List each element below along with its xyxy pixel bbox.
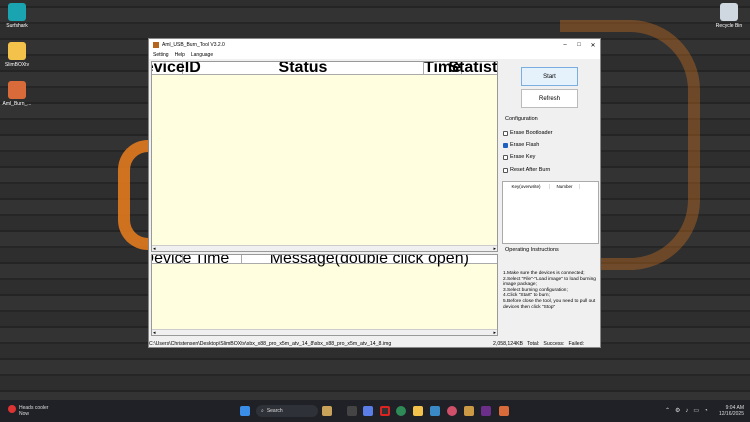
- key-table[interactable]: Key(overwrite) Number: [502, 181, 599, 244]
- start-menu-icon[interactable]: [240, 406, 250, 416]
- search-box[interactable]: ⌕ Search: [256, 405, 318, 417]
- file-explorer-icon[interactable]: [413, 406, 423, 416]
- weather-icon: [8, 405, 16, 413]
- surfshark-icon: [8, 3, 26, 21]
- minimize-button[interactable]: –: [558, 42, 572, 49]
- recycle-bin-icon: [720, 3, 738, 21]
- col-number[interactable]: Number: [550, 183, 580, 189]
- folder-icon: [8, 42, 26, 60]
- app-icon[interactable]: [430, 406, 440, 416]
- horizontal-scrollbar[interactable]: ◂ ▸: [152, 245, 497, 251]
- weather-widget[interactable]: Heads cooler Now: [8, 405, 48, 417]
- app-icon[interactable]: [481, 406, 491, 416]
- widgets-icon[interactable]: [322, 406, 332, 416]
- title-bar: Aml_USB_Burn_Tool V3.2.0 – □ ✕: [149, 39, 600, 51]
- col-time[interactable]: Time: [183, 255, 242, 267]
- device-table[interactable]: DeviceID Status Time Statistic ◂▸: [151, 61, 498, 252]
- menu-help[interactable]: Help: [175, 52, 185, 58]
- desktop-icon-burn-tool[interactable]: Aml_Burn_...: [0, 81, 34, 107]
- copilot-icon[interactable]: [363, 406, 373, 416]
- image-path: C:\Users\Christensen\Desktop\SlimBOXtv\s…: [149, 340, 392, 347]
- menu-language[interactable]: Language: [191, 52, 213, 58]
- desktop-icon-surfshark[interactable]: Surfshark: [0, 3, 34, 29]
- search-icon: ⌕: [261, 408, 264, 414]
- app-icon[interactable]: [447, 406, 457, 416]
- col-message[interactable]: Message(double click open): [242, 255, 497, 267]
- checkbox-icon: [503, 130, 508, 136]
- app-icon[interactable]: [380, 406, 390, 416]
- success-count: Success:: [543, 340, 565, 347]
- failed-count: Failed:: [568, 340, 585, 347]
- reset-after-burn-checkbox[interactable]: Reset After Burn: [503, 167, 550, 173]
- snipping-tool-icon[interactable]: [464, 406, 474, 416]
- configuration-label: Configuration: [505, 116, 538, 122]
- burn-tool-taskbar-icon[interactable]: [499, 406, 509, 416]
- menu-bar: Setting Help Language: [149, 51, 600, 59]
- status-bar: C:\Users\Christensen\Desktop\SlimBOXtv\s…: [149, 339, 600, 348]
- col-deviceid[interactable]: DeviceID: [152, 62, 201, 76]
- col-key[interactable]: Key(overwrite): [503, 183, 550, 189]
- image-size: 2,058,124KB: [493, 340, 523, 347]
- desktop-icon-recycle-bin[interactable]: Recycle Bin: [712, 3, 746, 29]
- instructions-label: Operating Instructions: [505, 247, 559, 253]
- app-icon: [153, 42, 159, 48]
- message-table[interactable]: Device Time Message(double click open) ◂…: [151, 254, 498, 336]
- checkbox-icon: [503, 154, 508, 160]
- system-tray[interactable]: ⌃⚙♪▭◔: [665, 407, 713, 414]
- menu-setting[interactable]: Setting: [153, 52, 169, 58]
- horizontal-scrollbar[interactable]: ◂ ▸: [152, 329, 497, 335]
- erase-bootloader-checkbox[interactable]: Erase Bootloader: [503, 130, 553, 136]
- erase-flash-checkbox[interactable]: Erase Flash: [503, 142, 539, 148]
- erase-key-checkbox[interactable]: Erase Key: [503, 154, 535, 160]
- total-count: Total:: [527, 340, 540, 347]
- checkbox-checked-icon: [503, 142, 508, 148]
- chrome-icon[interactable]: [396, 406, 406, 416]
- instructions-text: 1.Make sure the devices is connected; 2.…: [503, 271, 596, 310]
- refresh-button[interactable]: Refresh: [521, 89, 578, 108]
- desktop-icon-folder[interactable]: SlimBOXtv: [0, 42, 34, 68]
- maximize-button[interactable]: □: [572, 42, 586, 49]
- task-view-icon[interactable]: [347, 406, 357, 416]
- clock[interactable]: 9:04 AM 12/16/2025: [719, 405, 744, 417]
- col-statistic[interactable]: Statistic: [448, 62, 497, 76]
- start-button[interactable]: Start: [521, 67, 578, 86]
- col-status[interactable]: Status: [183, 62, 424, 76]
- app-icon: [8, 81, 26, 99]
- taskbar: Heads cooler Now ⌕ Search ⌃⚙♪▭◔ 9:04 AM 12/…: [0, 400, 750, 422]
- checkbox-icon: [503, 167, 508, 173]
- close-button[interactable]: ✕: [586, 42, 600, 49]
- col-device[interactable]: Device: [152, 255, 191, 267]
- window-title: Aml_USB_Burn_Tool V3.2.0: [162, 42, 225, 48]
